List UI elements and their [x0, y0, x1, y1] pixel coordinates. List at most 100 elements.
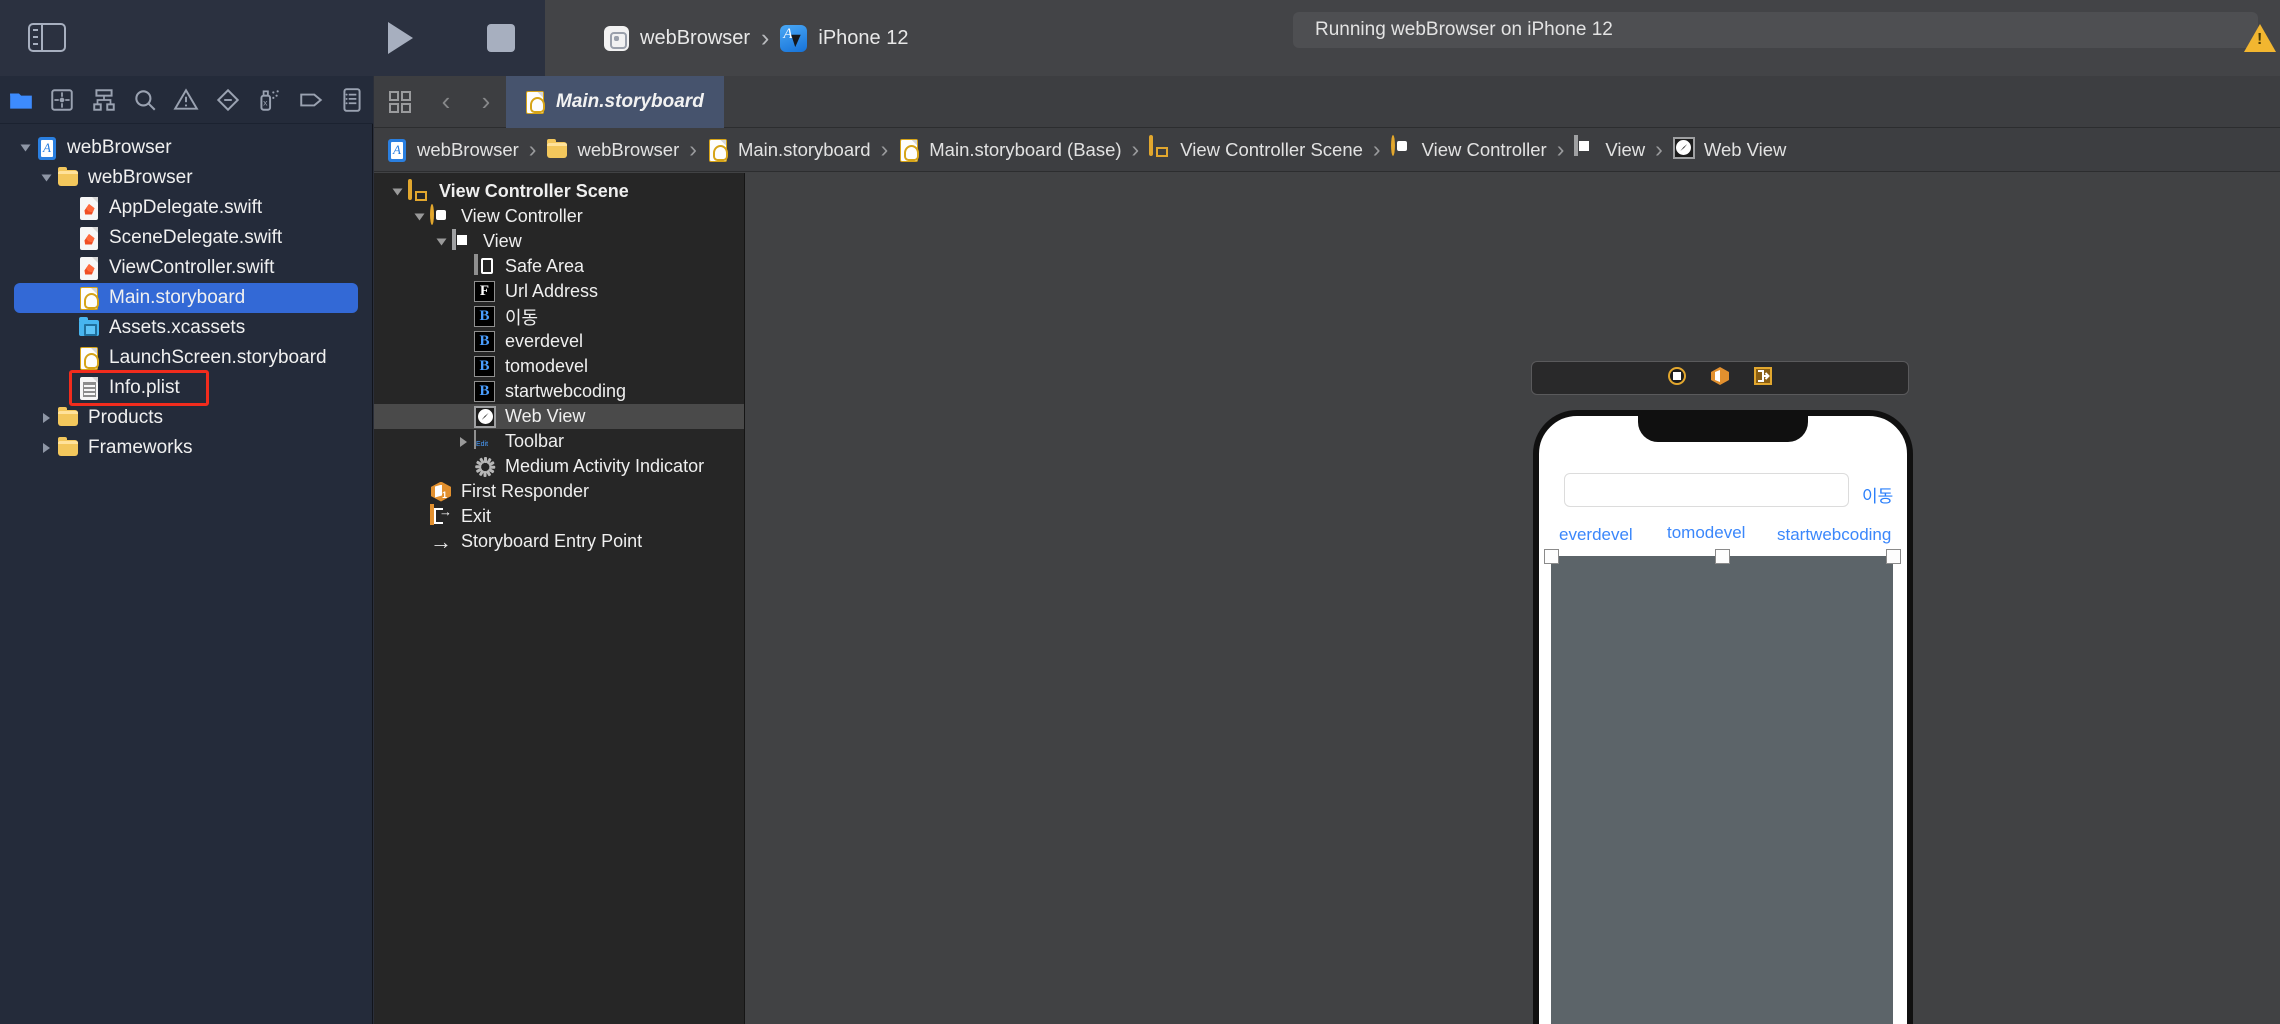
- scheme-destination-selector[interactable]: webBrowser › iPhone 12: [592, 14, 920, 62]
- swift-icon: [78, 195, 100, 221]
- breadcrumb-item-view-controller[interactable]: View Controller: [1390, 134, 1547, 163]
- outline-item-startwebcoding[interactable]: Bstartwebcoding: [374, 379, 744, 404]
- breadcrumb-item-web-view[interactable]: Web View: [1672, 136, 1787, 163]
- outline-item-label: First Responder: [461, 481, 590, 501]
- link-startwebcoding[interactable]: startwebcoding: [1777, 525, 1891, 545]
- disclosure-triangle-icon[interactable]: [452, 436, 474, 447]
- scene-icon: [408, 178, 430, 203]
- resize-handle-top-right[interactable]: [1886, 549, 1901, 564]
- project-icon: [386, 137, 408, 163]
- storyboard-icon: [78, 285, 100, 311]
- breadcrumb-item-main-storyboard[interactable]: Main.storyboard: [707, 137, 871, 163]
- nav-item-label: AppDelegate.swift: [109, 197, 263, 218]
- outline-item-web-view[interactable]: Web View: [374, 404, 744, 429]
- outline-item-safe-area[interactable]: Safe Area: [374, 253, 744, 279]
- exit-dock-icon[interactable]: [1753, 366, 1773, 391]
- nav-item-main-storyboard[interactable]: Main.storyboard: [14, 283, 358, 313]
- breadcrumb-separator-icon: ›: [689, 136, 697, 162]
- outline-item-storyboard-entry-point[interactable]: → Storyboard Entry Point: [374, 529, 744, 554]
- nav-item-assets-xcassets[interactable]: Assets.xcassets: [14, 313, 358, 343]
- outline-item-everdevel[interactable]: Beverdevel: [374, 329, 744, 354]
- editor-forward-icon[interactable]: ›: [466, 76, 506, 128]
- diamond-minus-icon[interactable]: [207, 76, 248, 124]
- resize-handle-top-center[interactable]: [1715, 549, 1730, 564]
- tag-icon[interactable]: [290, 76, 331, 124]
- search-icon[interactable]: [124, 76, 165, 124]
- swift-icon: [78, 255, 100, 281]
- breadcrumb-item-main-storyboard-base[interactable]: Main.storyboard (Base): [898, 137, 1122, 163]
- nav-item-appdelegate-swift[interactable]: AppDelegate.swift: [14, 193, 358, 223]
- breadcrumb-item-view[interactable]: View: [1574, 134, 1645, 163]
- nav-item-products[interactable]: Products: [14, 403, 358, 433]
- disclosure-triangle-icon[interactable]: [386, 187, 408, 197]
- disclosure-triangle-icon[interactable]: [35, 413, 57, 423]
- outline-item-exit[interactable]: Exit: [374, 503, 744, 529]
- tab-main-storyboard[interactable]: Main.storyboard: [506, 75, 724, 128]
- nav-item-scenedelegate-swift[interactable]: SceneDelegate.swift: [14, 223, 358, 253]
- outline-item-label: tomodevel: [505, 356, 589, 376]
- run-button[interactable]: [388, 22, 413, 54]
- outline-item-label: Url Address: [505, 281, 599, 301]
- disclosure-triangle-icon[interactable]: [35, 173, 57, 183]
- nav-item-frameworks[interactable]: Frameworks: [14, 433, 358, 463]
- outline-item-medium-activity-indicator[interactable]: Medium Activity Indicator: [374, 454, 744, 479]
- view-controller-dock-icon[interactable]: [1667, 366, 1687, 391]
- status-bar[interactable]: Running webBrowser on iPhone 12: [1293, 12, 2258, 48]
- nav-item-webbrowser[interactable]: webBrowser: [14, 133, 358, 163]
- storyboard-icon: [78, 345, 100, 371]
- outline-item-view-controller[interactable]: View Controller: [374, 203, 744, 229]
- storyboard-canvas[interactable]: 이동 everdevel tomodevel startwebcoding: [746, 173, 2280, 1024]
- url-input[interactable]: [1564, 473, 1849, 507]
- disclosure-triangle-icon[interactable]: [35, 443, 57, 453]
- nav-item-webbrowser[interactable]: webBrowser: [14, 163, 358, 193]
- storyboard-icon: [524, 89, 546, 115]
- button-icon: B: [474, 305, 496, 328]
- warning-icon[interactable]: [2244, 24, 2276, 52]
- resize-handle-top-left[interactable]: [1544, 549, 1559, 564]
- first-responder-dock-icon[interactable]: [1710, 366, 1730, 391]
- outline-item-label: View Controller Scene: [439, 181, 629, 201]
- hierarchy-icon[interactable]: [83, 76, 124, 124]
- outline-item-view-controller-scene[interactable]: View Controller Scene: [374, 178, 744, 204]
- sidebar-toggle-icon[interactable]: [28, 23, 66, 52]
- editor-back-icon[interactable]: ‹: [426, 76, 466, 128]
- nav-item-info-plist[interactable]: Info.plist: [14, 373, 358, 403]
- nav-item-launchscreen-storyboard[interactable]: LaunchScreen.storyboard: [14, 343, 358, 373]
- webview-element[interactable]: [1551, 556, 1893, 1024]
- breadcrumb-item-view-controller-scene[interactable]: View Controller Scene: [1149, 134, 1363, 163]
- outline-item-first-responder[interactable]: First Responder: [374, 479, 744, 504]
- breadcrumb-label: webBrowser: [577, 138, 680, 160]
- scene-dock-toolbar: [1531, 361, 1909, 395]
- nav-item-viewcontroller-swift[interactable]: ViewController.swift: [14, 253, 358, 283]
- source-control-icon[interactable]: [41, 76, 82, 124]
- breadcrumb-label: webBrowser: [417, 138, 519, 160]
- outline-item-toolbar[interactable]: Toolbar: [374, 429, 744, 454]
- disclosure-triangle-icon[interactable]: [14, 143, 36, 153]
- report-icon[interactable]: [332, 76, 373, 124]
- nav-item-label: Frameworks: [88, 437, 193, 458]
- go-button[interactable]: 이동: [1862, 482, 1893, 507]
- outline-item-view[interactable]: View: [374, 228, 744, 254]
- breadcrumb-item-webbrowser[interactable]: webBrowser: [546, 137, 679, 163]
- outline-item-label: 이동: [505, 307, 539, 328]
- spray-icon[interactable]: x: [249, 76, 290, 124]
- outline-item-tomodevel[interactable]: Btomodevel: [374, 354, 744, 379]
- outline-item-label: Medium Activity Indicator: [505, 456, 705, 476]
- link-tomodevel[interactable]: tomodevel: [1667, 523, 1745, 543]
- editor-layout-grid-icon[interactable]: [374, 76, 426, 128]
- breadcrumb-item-webbrowser[interactable]: webBrowser: [386, 137, 519, 163]
- stop-button[interactable]: [487, 24, 515, 52]
- outline-item-url-address[interactable]: F Url Address: [374, 279, 744, 304]
- disclosure-triangle-icon[interactable]: [408, 212, 430, 222]
- breadcrumb-label: Web View: [1703, 138, 1787, 160]
- swift-icon: [78, 225, 100, 251]
- disclosure-triangle-icon[interactable]: [430, 237, 452, 247]
- warning-icon[interactable]: [166, 76, 207, 124]
- entryarrow-icon: →: [430, 528, 452, 554]
- outline-item-이동[interactable]: B 이동: [374, 304, 744, 329]
- link-everdevel[interactable]: everdevel: [1559, 525, 1633, 545]
- xcode-window: webBrowser › iPhone 12 Running webBrowse…: [0, 0, 2280, 1024]
- breadcrumb-separator-icon: ›: [880, 136, 889, 162]
- folder-icon[interactable]: [0, 76, 41, 124]
- folder-icon: [57, 165, 79, 191]
